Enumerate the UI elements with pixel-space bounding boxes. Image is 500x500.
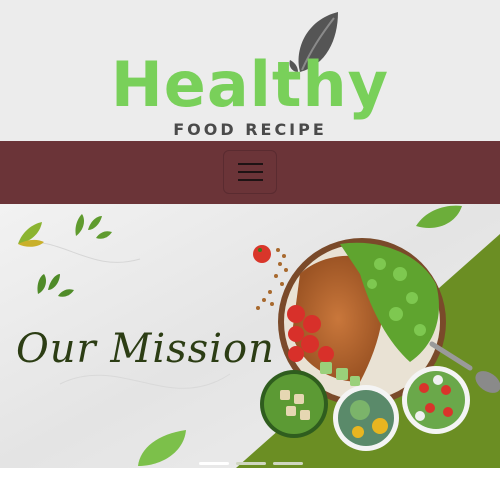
brand-tagline: FOOD RECIPE [173, 120, 327, 139]
brand-name: Healthy [110, 48, 390, 121]
carousel-dot-2[interactable] [236, 462, 266, 465]
page-bottom-area [0, 468, 500, 500]
carousel-dot-3[interactable] [273, 462, 303, 465]
hero-heading: Our Mission [16, 326, 275, 372]
site-header: Healthy FOOD RECIPE [0, 0, 500, 141]
site-logo[interactable]: Healthy FOOD RECIPE [0, 0, 500, 141]
carousel-dot-1[interactable] [199, 462, 229, 465]
menu-toggle-button[interactable] [223, 150, 277, 194]
